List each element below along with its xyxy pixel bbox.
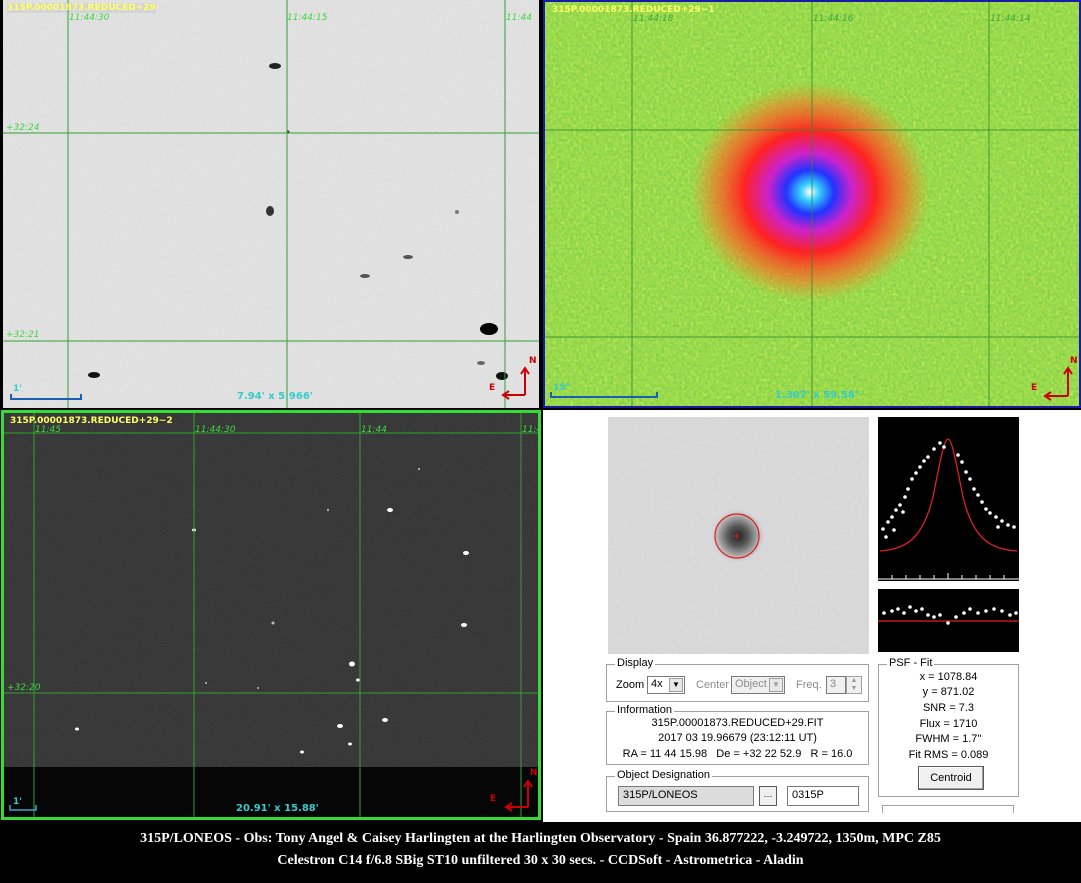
display-group: Display Zoom 4x ▼ Center Object ▼ Freq. … [606, 657, 869, 702]
info-datetime: 2017 03 19.96679 (23:12:11 UT) [658, 732, 817, 744]
freq-label: Freq. [796, 679, 822, 691]
field-dimensions: 1.307' x 59.58" [775, 390, 860, 401]
centroid-button[interactable]: Centroid [918, 766, 984, 790]
caption-line-2: Celestron C14 f/6.8 SBig ST10 unfiltered… [277, 853, 804, 868]
scale-bar-label: 1' [13, 384, 23, 394]
psf-y-value: y = 871.02 [922, 686, 975, 698]
center-label: Center [696, 679, 730, 691]
scale-bar-label: 15" [553, 383, 571, 393]
caption-line-1: 315P/LONEOS - Obs: Tony Angel & Caisey H… [140, 831, 941, 846]
center-select-value: Object [735, 678, 767, 690]
chevron-down-icon[interactable]: ▼ [669, 678, 683, 692]
scale-bar-label: 1' [13, 797, 23, 807]
image-panel-widefield-dark[interactable]: 315P.00001873.REDUCED+29~2 11:45 11:44:3… [1, 410, 541, 820]
psf-fit-group-title: PSF - Fit [887, 657, 935, 669]
freq-spinner-buttons[interactable]: ▲ ▼ [846, 676, 862, 694]
zoom-select[interactable]: 4x ▼ [647, 676, 685, 694]
image-panel-wide[interactable]: 315P.00001873.REDUCED+29 11:44:30 11:44:… [3, 0, 539, 408]
ra-label-3: 11:44 [361, 425, 387, 435]
dec-label-2: +32:21 [6, 330, 40, 340]
info-coordinates: RA = 11 44 15.98 De = +32 22 52.9 R = 16… [622, 748, 853, 760]
psf-residual-plot [878, 589, 1019, 652]
psf-x-value: x = 1078.84 [919, 671, 978, 683]
compass-north-label: N [1070, 356, 1078, 366]
information-group-title: Information [615, 704, 675, 716]
object-designation-group-title: Object Designation [615, 769, 712, 781]
ra-label-1: 11:44:30 [69, 13, 110, 23]
psf-snr-value: SNR = 7.3 [922, 702, 975, 714]
falsecolor-comet-image [545, 2, 1079, 406]
information-group: Information 315P.00001873.REDUCED+29.FIT… [606, 704, 869, 765]
dialog-bottom-divider [882, 805, 1014, 813]
object-name-field[interactable]: 315P/LONEOS [618, 786, 754, 806]
chevron-down-icon[interactable]: ▼ [769, 678, 783, 692]
psf-fwhm-value: FWHM = 1.7'' [915, 733, 982, 745]
freq-spinner[interactable]: 3 [826, 676, 846, 694]
compass-east-label: E [1031, 383, 1038, 393]
star-field-image [3, 0, 539, 408]
field-dimensions: 20.91' x 15.88' [236, 803, 319, 814]
psf-fit-group: PSF - Fit x = 1078.84 y = 871.02 SNR = 7… [878, 657, 1019, 797]
ra-label-1: 11:44:18 [633, 14, 674, 24]
center-select[interactable]: Object ▼ [731, 676, 785, 694]
dark-star-field-image [4, 413, 538, 817]
psf-profile-plot [878, 417, 1019, 581]
object-code-field[interactable]: 0315P [787, 786, 859, 806]
compass-north-label: N [529, 356, 537, 366]
ra-label-1: 11:45 [35, 425, 61, 435]
dec-label-1: +32:20 [7, 683, 41, 693]
ra-label-3: 11:44:14 [990, 14, 1031, 24]
psf-flux-value: Flux = 1710 [919, 718, 978, 730]
zoom-label: Zoom [616, 679, 645, 691]
compass-east-label: E [490, 794, 497, 804]
zoom-select-value: 4x [651, 678, 663, 690]
ra-label-3: 11:44 [506, 13, 532, 23]
object-designation-group: Object Designation 315P/LONEOS ⋯ 0315P [606, 769, 869, 812]
ra-label-2: 11:44:30 [195, 425, 236, 435]
object-lookup-button[interactable]: ⋯ [759, 786, 777, 806]
dec-label-1: +32:24 [6, 123, 40, 133]
info-filename: 315P.00001873.REDUCED+29.FIT [651, 717, 824, 729]
display-group-title: Display [615, 657, 656, 669]
ra-label-2: 11:44:15 [287, 13, 328, 23]
compass-north-label: N [530, 768, 538, 778]
image-panel-zoom-falsecolor[interactable]: 315P.00001873.REDUCED+29~1 11:44:18 11:4… [543, 0, 1081, 408]
object-inspection-dialog: Display Zoom 4x ▼ Center Object ▼ Freq. … [599, 411, 1025, 821]
ra-label-2: 11:44:16 [813, 14, 854, 24]
observation-caption: 315P/LONEOS - Obs: Tony Angel & Caisey H… [0, 823, 1081, 883]
field-dimensions: 7.94' x 5.966' [237, 391, 313, 402]
compass-east-label: E [489, 383, 496, 393]
panel-title: 315P.00001873.REDUCED+29 [7, 3, 156, 13]
freq-spinner-value: 3 [830, 678, 837, 690]
object-zoom-image[interactable] [608, 417, 869, 654]
psf-fit-rms-value: Fit RMS = 0.089 [908, 749, 989, 761]
ra-label-4: 11:4 [522, 425, 541, 435]
